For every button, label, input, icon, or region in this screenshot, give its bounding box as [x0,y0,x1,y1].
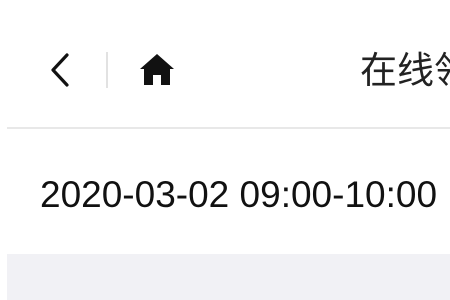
session-time-range: 2020-03-02 09:00-10:00 [40,174,438,215]
session-time-row: 2020-03-02 09:00-10:00 [0,129,450,254]
page-title: 在线领 [360,49,450,92]
app-screen: 在线领 2020-03-02 09:00-10:00 [0,0,450,300]
home-button[interactable] [132,44,182,94]
nav-divider [106,52,108,88]
home-icon [140,54,174,85]
top-navigation-bar: 在线领 [0,0,450,129]
content-panel [7,254,450,300]
back-button[interactable] [40,46,80,94]
chevron-left-icon [51,53,69,87]
